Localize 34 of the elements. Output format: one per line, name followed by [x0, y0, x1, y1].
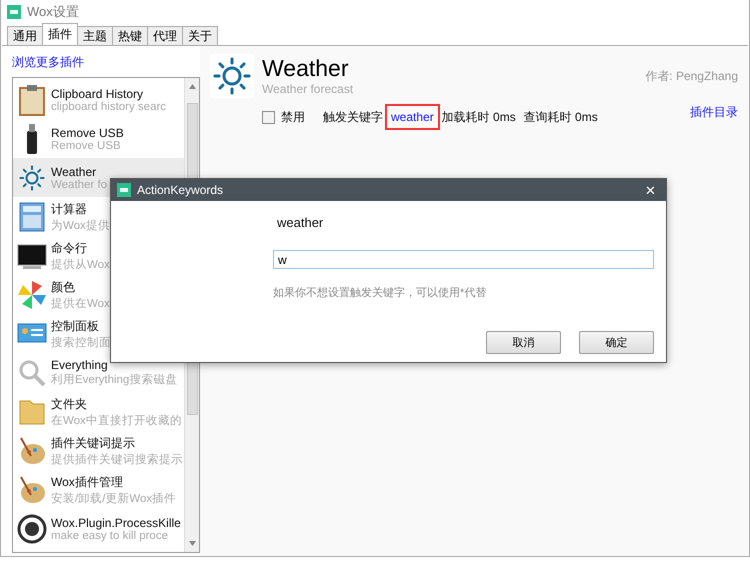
author-label: 作者: PengZhang [645, 68, 738, 85]
plugin-name: Remove USB [51, 126, 124, 140]
plugin-description: 利用Everything搜索磁盘 [51, 372, 178, 387]
plugin-name: 控制面板 [51, 318, 100, 334]
disable-label: 禁用 [281, 108, 305, 126]
hint-text: 如果你不想设置触发关键字，可以使用*代替 [273, 286, 488, 300]
plugin-description: 提供从Wox [51, 258, 110, 272]
plugin-name: 插件关键词提示 [51, 434, 136, 452]
plugin-description: 为Wox提供 [51, 218, 110, 232]
plugin-subtitle: Weather forecast [262, 82, 354, 96]
plugin-name: 计算器 [51, 200, 88, 218]
plugin-name: 命令行 [51, 240, 88, 256]
plugin-description: make easy to kill proce [51, 530, 169, 542]
plugin-description: Weather fo [51, 178, 108, 190]
plugin-name: 文件夹 [51, 396, 88, 412]
plugin-description: 提供插件关键词搜索提示 [51, 452, 183, 466]
plugin-name: Weather [51, 164, 98, 178]
plugin-description: 提供在Wox [51, 296, 110, 310]
plugin-name: Wox.Plugin.ProcessKille [51, 516, 181, 530]
plugin-description: clipboard history searc [51, 100, 166, 112]
plugin-name: Everything [51, 358, 109, 372]
window-title: Wox设置 [27, 3, 79, 21]
query-time-label: 查询耗时 0ms [524, 108, 598, 126]
keyword-label: 触发关键字 [323, 108, 383, 126]
plugin-description: 搜索控制面 [51, 336, 111, 350]
plugin-name: 颜色 [51, 278, 76, 296]
plugin-description: 安装/卸载/更新Wox插件 [51, 491, 176, 506]
load-time-label: 加载耗时 0ms [442, 108, 516, 126]
plugin-name: Clipboard History [51, 86, 144, 100]
plugin-description: 在Wox中直接打开收藏的 [51, 414, 182, 428]
plugin-name: Wox插件管理 [51, 474, 124, 490]
plugin-title: Weather [262, 54, 350, 82]
current-keyword: weather [277, 215, 324, 230]
plugin-description: Remove USB [51, 140, 122, 152]
